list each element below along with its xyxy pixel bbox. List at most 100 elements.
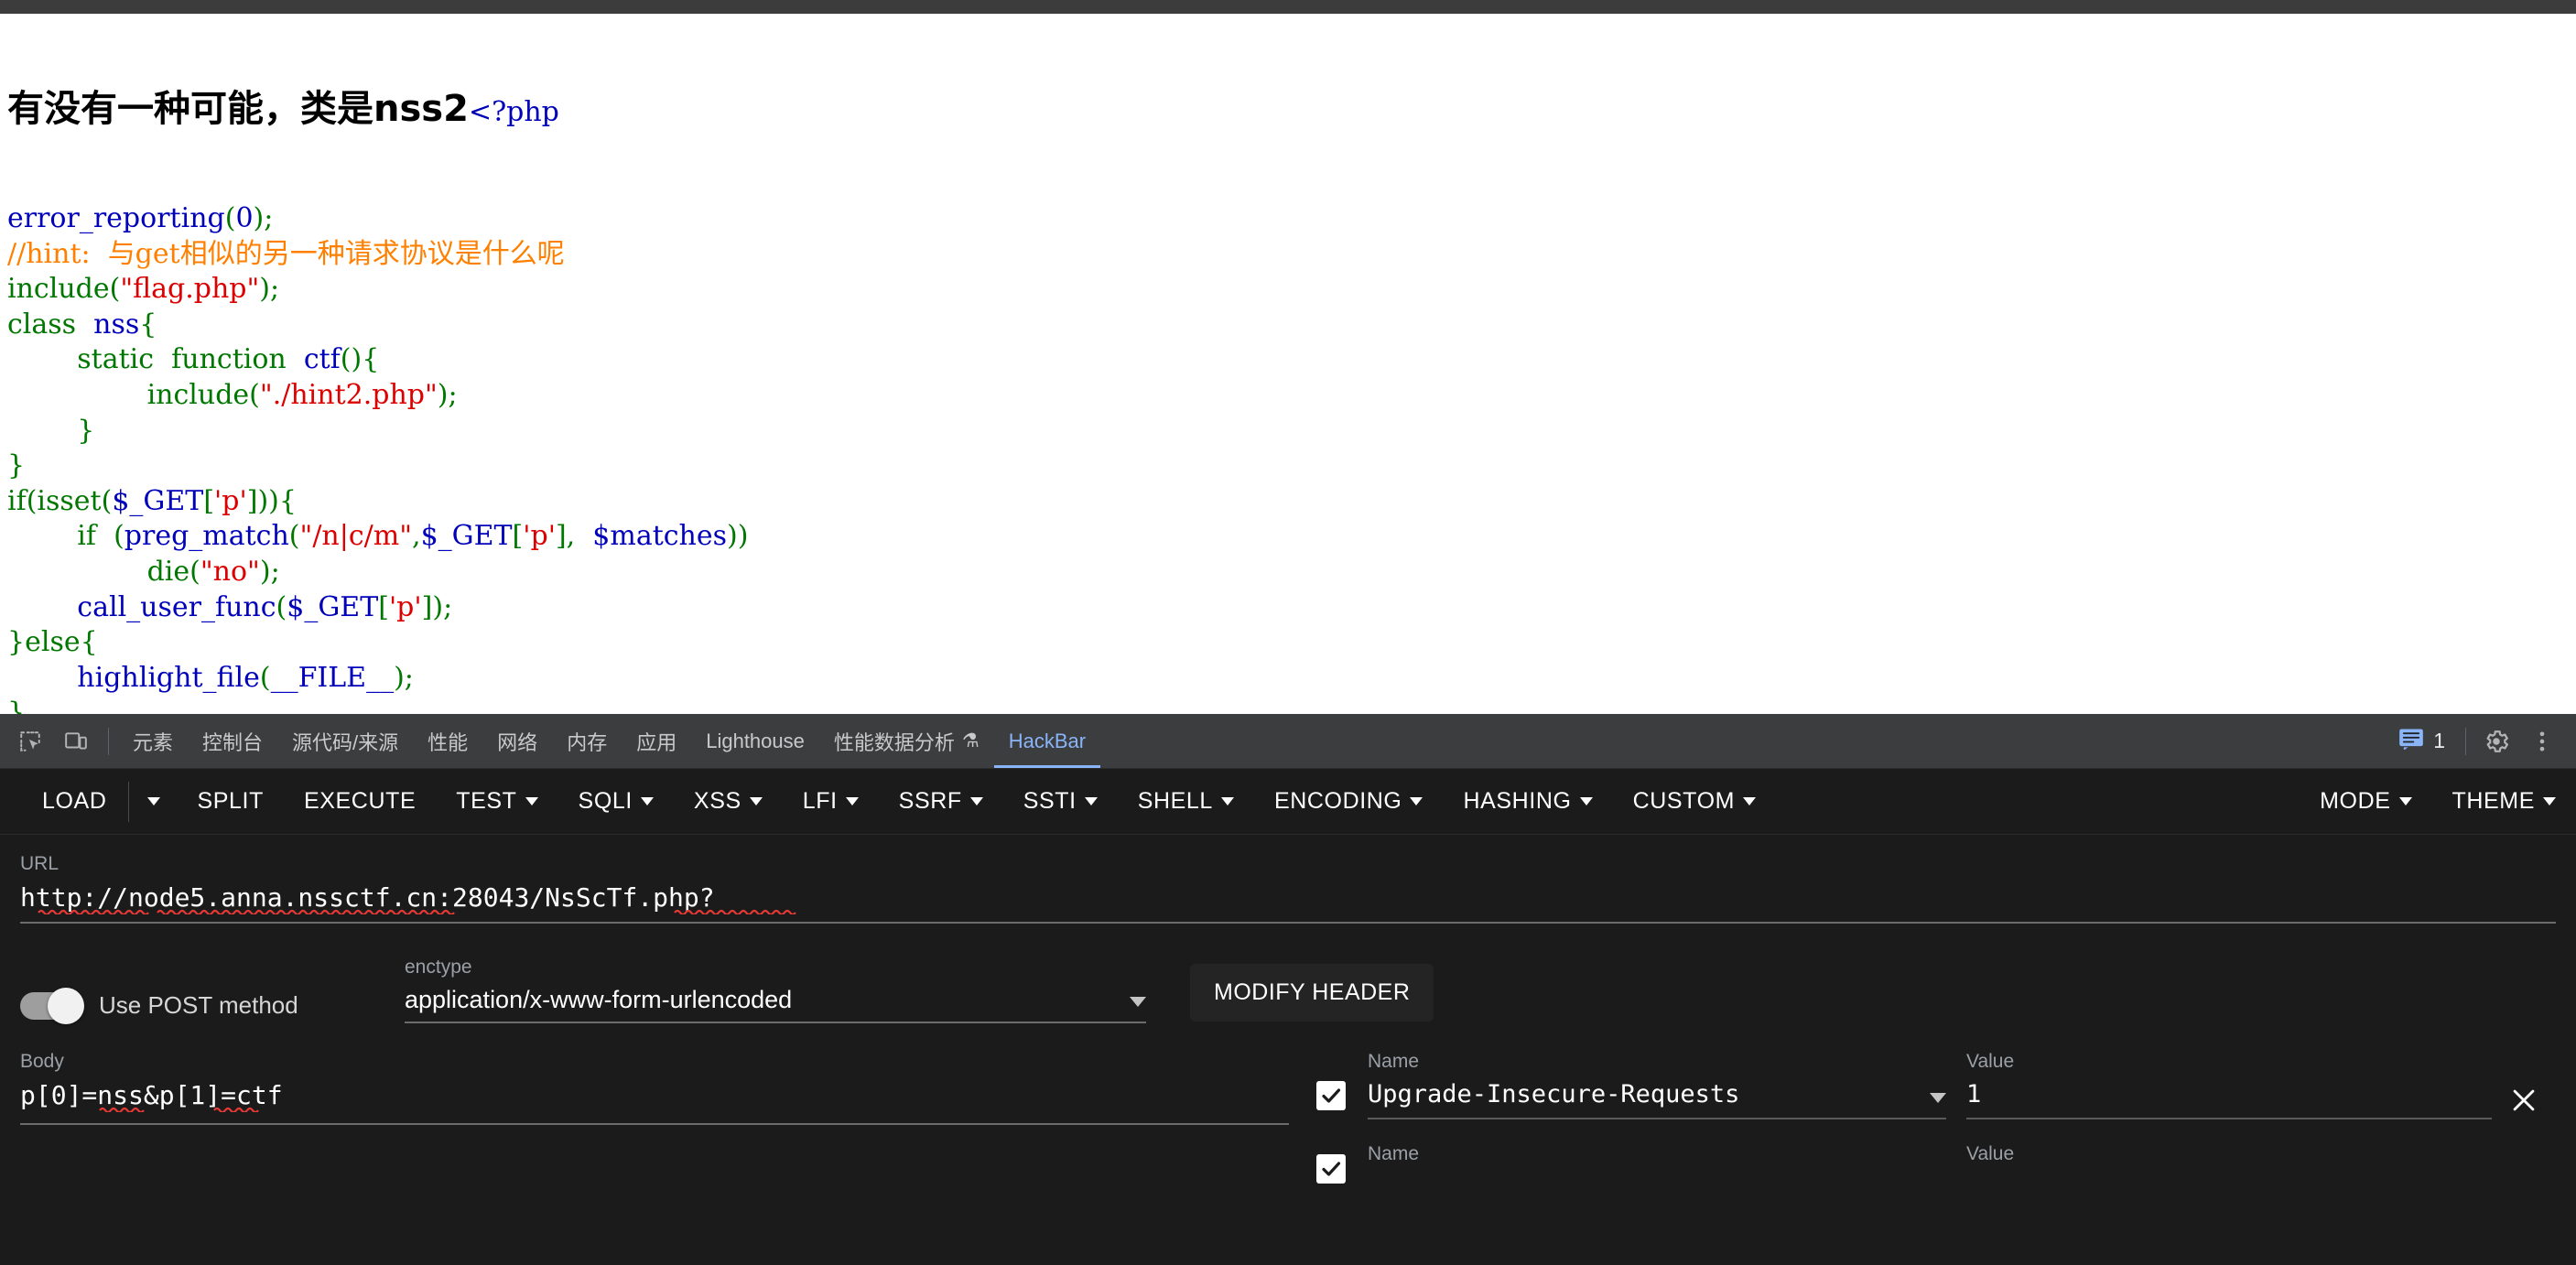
header-value-label-2: Value [1966, 1143, 2015, 1164]
php-token: $matches [592, 520, 728, 553]
devtools-tab--[interactable]: 控制台 [188, 715, 277, 768]
hackbar-lfi-button[interactable]: LFI [783, 769, 879, 835]
php-token: ) [737, 520, 749, 553]
php-token: ; [404, 661, 414, 694]
php-token: ( [26, 484, 38, 517]
hackbar-button-label: TEST [456, 788, 517, 814]
php-token: { [80, 626, 98, 659]
hackbar-encoding-button[interactable]: ENCODING [1254, 769, 1444, 835]
chevron-down-icon [1084, 797, 1098, 805]
post-method-toggle-group[interactable]: Use POST method [20, 987, 405, 1024]
header-labels-row-1: Name Value [1315, 1051, 2556, 1080]
header-name-input-group-1: Upgrade-Insecure-Requests [1315, 1080, 1946, 1119]
php-token: 'p' [388, 590, 422, 623]
device-toolbar-icon[interactable] [53, 719, 99, 763]
body-input[interactable]: p[0]=nss&p[1]=ctf [20, 1080, 1289, 1125]
hackbar-execute-button[interactable]: EXECUTE [284, 769, 436, 835]
body-and-headers-row: Body p[0]=nss&p[1]=ctf Name Value Upgrad… [20, 1051, 2556, 1184]
chevron-down-icon [2543, 797, 2556, 805]
hackbar-toolbar: LOAD SPLIT EXECUTE TEST SQLI XSS LFI SSRF SSTI SH… [0, 769, 2576, 835]
load-dropdown-button[interactable] [131, 769, 177, 835]
php-code-line: if(isset($_GET['p'])){ [7, 484, 2576, 520]
php-token: [ [512, 520, 524, 553]
flask-icon: ⚗ [961, 730, 980, 751]
hackbar-button-label: SSRF [898, 788, 962, 814]
hackbar-load-button[interactable]: LOAD [22, 769, 126, 835]
php-token: highlight_file [7, 661, 260, 694]
hackbar-shell-button[interactable]: SHELL [1118, 769, 1254, 835]
php-token: ctf [303, 343, 341, 376]
devtools-tab--[interactable]: 元素 [118, 715, 188, 768]
php-token: { [139, 308, 157, 341]
header-enabled-checkbox-1[interactable] [1316, 1081, 1346, 1110]
hackbar-custom-button[interactable]: CUSTOM [1613, 769, 1776, 835]
devtools-tab--[interactable]: 内存 [552, 715, 622, 768]
inspect-element-icon[interactable] [7, 719, 53, 763]
body-input-wrapper: p[0]=nss&p[1]=ctf [20, 1080, 1302, 1125]
hackbar-panel: LOAD SPLIT EXECUTE TEST SQLI XSS LFI SSRF SSTI SH… [0, 769, 2576, 1265]
header-enabled-checkbox-2[interactable] [1316, 1154, 1346, 1184]
header-labels-row-2: Name Value [1315, 1143, 2556, 1173]
php-token: //hint: 与get相似的另一种请求协议是什么呢 [7, 237, 565, 270]
header-name-select-1[interactable]: Upgrade-Insecure-Requests [1368, 1080, 1946, 1119]
devtools-tab-lighthouse[interactable]: Lighthouse [691, 715, 819, 768]
hackbar-ssrf-button[interactable]: SSRF [879, 769, 1003, 835]
url-input[interactable]: http://node5.anna.nssctf.cn:28043/NsScTf… [20, 882, 2556, 924]
header-close-spacer-1 [2492, 1076, 2556, 1080]
hackbar-toolbar-left: LOAD SPLIT EXECUTE TEST SQLI XSS LFI SSRF SSTI SH… [22, 769, 1776, 835]
php-token: ) [351, 343, 363, 376]
hackbar-button-label: SSTI [1023, 788, 1077, 814]
devtools-tab-hackbar[interactable]: HackBar [994, 715, 1100, 768]
php-token: ( [249, 378, 260, 411]
devtools-tab--[interactable]: 源代码/来源 [277, 715, 413, 768]
devtools-tab-label: 控制台 [202, 730, 264, 754]
hackbar-theme-button[interactable]: THEME [2432, 769, 2576, 835]
devtools-tab-label: 性能数据分析 [833, 730, 955, 754]
hackbar-hashing-button[interactable]: HASHING [1443, 769, 1612, 835]
hackbar-test-button[interactable]: TEST [436, 769, 557, 835]
header-name-label-2: Name [1368, 1143, 1420, 1164]
hackbar-ssti-button[interactable]: SSTI [1003, 769, 1118, 835]
devtools-tab-label: 应用 [636, 730, 677, 754]
hackbar-button-label: MODE [2320, 788, 2391, 814]
hackbar-button-label: HASHING [1463, 788, 1572, 814]
gear-icon[interactable] [2473, 719, 2519, 763]
hackbar-xss-button[interactable]: XSS [674, 769, 783, 835]
devtools-tab-label: Lighthouse [706, 729, 805, 752]
more-vertical-icon[interactable] [2519, 719, 2565, 763]
php-token: ) [253, 201, 265, 234]
hackbar-form: URL http://node5.anna.nssctf.cn:28043/Ns… [0, 835, 2576, 1265]
php-token: if [7, 484, 27, 517]
message-icon [2398, 728, 2424, 755]
php-token: ; [264, 201, 274, 234]
devtools-tab--[interactable]: 性能 [413, 715, 482, 768]
php-token: $_GET [420, 520, 513, 553]
chevron-down-icon [845, 797, 859, 805]
enctype-select[interactable]: application/x-www-form-urlencoded [405, 986, 1146, 1023]
php-token: ; [270, 555, 280, 588]
php-token: ) [727, 520, 738, 553]
devtools-tab--[interactable]: 应用 [622, 715, 691, 768]
checkmark-icon [1322, 1162, 1341, 1176]
url-label: URL [20, 853, 60, 874]
php-token: ( [340, 343, 352, 376]
php-token: preg_match [124, 520, 289, 553]
php-token: call_user_func [7, 590, 276, 623]
hackbar-sqli-button[interactable]: SQLI [558, 769, 674, 835]
devtools-tab--[interactable]: 性能数据分析 ⚗ [819, 715, 994, 768]
header-remove-button-1[interactable] [2492, 1085, 2556, 1119]
hackbar-split-button[interactable]: SPLIT [177, 769, 283, 835]
header-value-input-1[interactable]: 1 [1966, 1080, 2492, 1119]
hackbar-mode-button[interactable]: MODE [2300, 769, 2431, 835]
hackbar-toolbar-right: MODE THEME [2300, 769, 2576, 835]
devtools-tab--[interactable]: 网络 [482, 715, 552, 768]
php-token: ; [443, 590, 453, 623]
modify-header-group: MODIFY HEADER [1146, 964, 1434, 1023]
enctype-selected-value: application/x-www-form-urlencoded [405, 986, 793, 1013]
modify-header-button[interactable]: MODIFY HEADER [1190, 964, 1434, 1022]
use-post-method-toggle[interactable] [20, 987, 84, 1024]
console-message-count[interactable]: 1 [2386, 728, 2458, 755]
devtools-tab-label: 网络 [497, 730, 538, 754]
message-count-label: 1 [2433, 729, 2445, 752]
header-name-col-2: Name [1315, 1143, 1946, 1173]
